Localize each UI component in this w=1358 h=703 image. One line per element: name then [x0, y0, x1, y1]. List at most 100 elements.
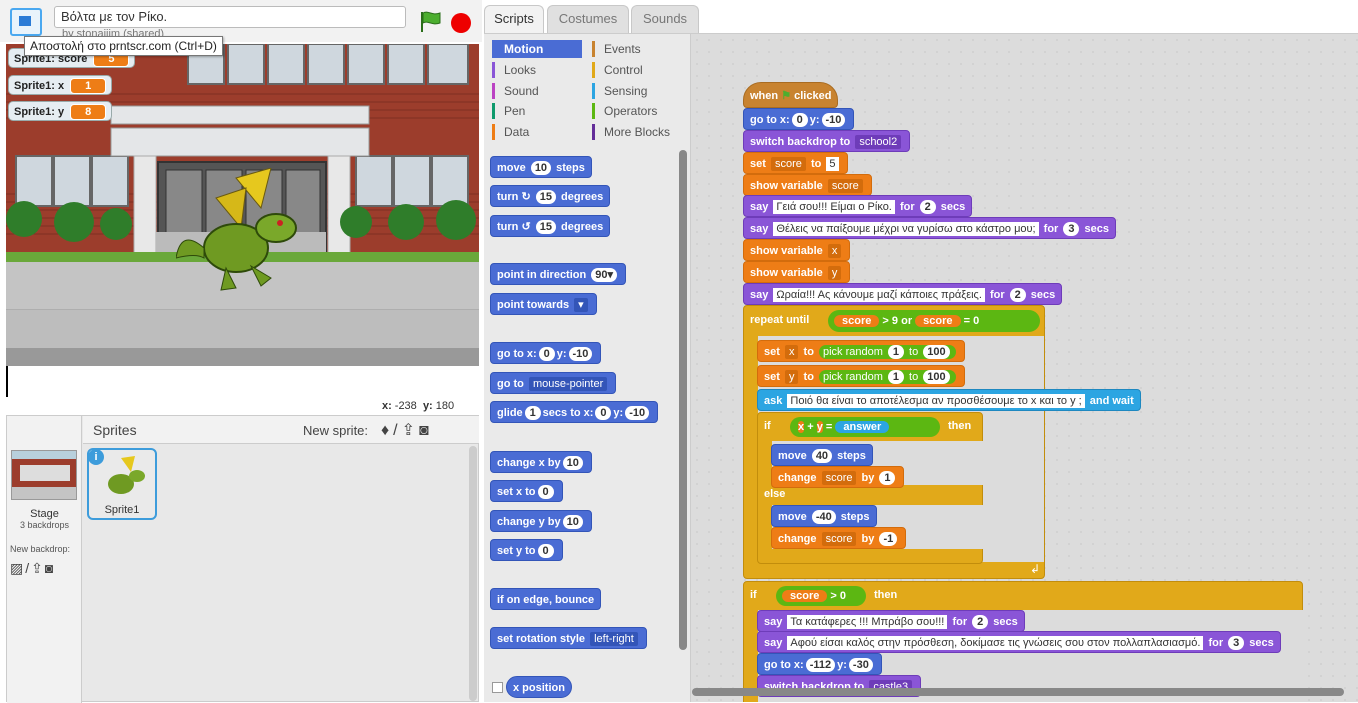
sprites-pane: Stage 3 backdrops New backdrop: ▨/⇪◙ Spr…	[6, 415, 479, 703]
loop-arrow-icon: ↲	[1029, 562, 1040, 576]
block-say-3[interactable]: say Ωραία!!! Ας κάνουμε μαζί κάποιες πρά…	[743, 283, 1063, 305]
mouse-coords: x: -238 y: 180	[382, 400, 454, 412]
block-goto-xy-2[interactable]: go to x: -112 y: -30	[757, 653, 882, 675]
project-title-input[interactable]: Βόλτα με τον Ρίκο.	[54, 6, 406, 28]
stage[interactable]: Sprite1: score 5 Sprite1: x1 Sprite1: y8	[6, 44, 479, 397]
block-show-variable-score[interactable]: show variable score	[743, 174, 872, 196]
category-more-blocks[interactable]: More Blocks	[592, 123, 670, 141]
block-goto-xy[interactable]: go to x: 0 y: -10	[490, 342, 602, 364]
x-position-checkbox[interactable]	[492, 682, 503, 693]
pick-random-reporter[interactable]: pick random 1 to 100	[818, 370, 956, 384]
palette-scrollbar[interactable]	[679, 150, 687, 650]
block-set-y-random[interactable]: set y to pick random 1 to 100	[757, 365, 965, 387]
category-events[interactable]: Events	[592, 40, 641, 58]
block-glide[interactable]: glide 1 secs to x: 0 y: -10	[490, 401, 659, 423]
dropdown-icon[interactable]: ▾	[574, 298, 588, 312]
category-sound[interactable]: Sound	[492, 82, 539, 100]
block-ask[interactable]: ask Ποιό θα είναι το αποτέλεσμα αν προσθ…	[757, 389, 1141, 411]
block-set-x[interactable]: set x to 0	[490, 480, 563, 502]
sprites-header: Sprites New sprite: ♦/⇪◙	[83, 416, 479, 444]
dragon-thumbnail-icon	[108, 456, 145, 494]
block-set-score[interactable]: set score to 5	[743, 152, 848, 174]
block-say-1[interactable]: say Γειά σου!!! Είμαι ο Ρίκο. for 2 secs	[743, 195, 973, 217]
new-backdrop-label: New backdrop:	[10, 544, 71, 554]
category-pen[interactable]: Pen	[492, 102, 525, 120]
block-show-variable-x[interactable]: show variable x	[743, 239, 851, 261]
tab-sounds[interactable]: Sounds	[631, 5, 699, 33]
category-label: Control	[604, 63, 643, 77]
category-label: Events	[604, 42, 641, 56]
y-value: 180	[435, 400, 455, 412]
block-turn-left[interactable]: turn ↺ 15 degrees	[490, 215, 611, 237]
equals-operator[interactable]: x + y = answer	[790, 417, 940, 437]
stop-sign-icon[interactable]	[451, 13, 471, 33]
block-switch-backdrop[interactable]: switch backdrop to school2	[743, 130, 911, 152]
block-bounce[interactable]: if on edge, bounce	[490, 588, 602, 610]
tab-costumes[interactable]: Costumes	[547, 5, 629, 33]
camera-sprite-icon[interactable]: ◙	[419, 422, 433, 439]
pick-random-reporter[interactable]: pick random 1 to 100	[818, 345, 956, 359]
paint-sprite-icon[interactable]: /	[393, 422, 401, 439]
sprites-scrollbar[interactable]	[469, 446, 477, 701]
else-label: else	[764, 488, 786, 500]
repeat-until-label: repeat until	[750, 314, 810, 326]
block-set-y[interactable]: set y to 0	[490, 539, 563, 561]
block-goto[interactable]: go to mouse-pointer	[490, 372, 617, 394]
sprite-thumbnail[interactable]: i Sprite1	[87, 448, 157, 520]
x-value: -238	[394, 400, 417, 412]
block-change-y[interactable]: change y by 10	[490, 510, 592, 532]
stage-column: Stage 3 backdrops New backdrop: ▨/⇪◙	[7, 416, 82, 703]
greater-operator[interactable]: score > 0	[776, 586, 866, 606]
block-point-direction[interactable]: point in direction 90▾	[490, 263, 627, 285]
tab-scripts[interactable]: Scripts	[484, 5, 544, 34]
category-label: More Blocks	[604, 125, 671, 139]
sprite-library-icon[interactable]: ♦	[381, 422, 393, 439]
block-change-score-1[interactable]: change score by 1	[771, 466, 905, 488]
block-x-position[interactable]: x position	[506, 676, 572, 698]
block-say-2[interactable]: say Θέλεις να παίξουμε μέχρι να γυρίσω σ…	[743, 217, 1116, 239]
block-change-x[interactable]: change x by 10	[490, 451, 592, 473]
camera-backdrop-icon[interactable]: ◙	[45, 560, 55, 576]
scripts-scrollbar[interactable]	[692, 688, 1344, 696]
block-show-variable-y[interactable]: show variable y	[743, 261, 851, 283]
then-label: then	[948, 420, 972, 432]
monitor-x[interactable]: Sprite1: x 1	[8, 75, 113, 95]
dragon-sprite[interactable]	[176, 168, 306, 293]
green-flag-icon[interactable]	[418, 10, 444, 34]
new-sprite-tools: ♦/⇪◙	[381, 420, 433, 440]
block-say-4[interactable]: say Τα κατάφερες !!! Μπράβο σου!!! for 2…	[757, 610, 1025, 632]
category-sensing[interactable]: Sensing	[592, 82, 647, 100]
block-say-5[interactable]: say Αφού είσαι καλός στην πρόσθεση, δοκί…	[757, 631, 1281, 653]
block-goto-xy[interactable]: go to x: 0 y: -10	[743, 108, 855, 130]
block-turn-right[interactable]: turn ↻ 15 degrees	[490, 185, 611, 207]
category-control[interactable]: Control	[592, 61, 643, 79]
category-looks[interactable]: Looks	[492, 61, 536, 79]
category-motion[interactable]: Motion	[492, 40, 582, 58]
block-rotation-style[interactable]: set rotation style left-right	[490, 627, 647, 649]
then-label: then	[874, 589, 898, 601]
stage-thumbnail[interactable]	[11, 450, 77, 500]
scripts-area[interactable]: when ⚑ clicked go to x: 0 y: -10 switch bac…	[690, 33, 1358, 702]
block-move[interactable]: move 10 steps	[490, 156, 592, 178]
upload-sprite-icon[interactable]: ⇪	[402, 422, 419, 439]
or-operator[interactable]: score > 9 or score = 0	[828, 310, 1040, 332]
category-label: Sound	[504, 84, 539, 98]
new-sprite-label: New sprite:	[303, 423, 369, 438]
block-move-40[interactable]: move 40 steps	[771, 444, 873, 466]
category-label: Data	[504, 125, 530, 139]
fullscreen-button[interactable]	[10, 8, 42, 36]
category-label: Looks	[504, 63, 537, 77]
block-set-x-random[interactable]: set x to pick random 1 to 100	[757, 340, 965, 362]
block-point-towards[interactable]: point towards ▾	[490, 293, 597, 315]
new-backdrop-tools: ▨/⇪◙	[10, 560, 55, 577]
monitor-y[interactable]: Sprite1: y 8	[8, 101, 113, 121]
category-label: Sensing	[604, 84, 648, 98]
block-move-minus-40[interactable]: move -40 steps	[771, 505, 877, 527]
x-label: x:	[382, 400, 392, 412]
paint-backdrop-icon[interactable]: ▨	[10, 560, 25, 576]
block-change-score-minus-1[interactable]: change score by -1	[771, 527, 907, 549]
category-data[interactable]: Data	[492, 123, 529, 141]
block-when-flag-clicked[interactable]: when ⚑ clicked	[743, 82, 839, 108]
category-operators[interactable]: Operators	[592, 102, 657, 120]
upload-backdrop-icon[interactable]: ⇪	[31, 560, 45, 576]
